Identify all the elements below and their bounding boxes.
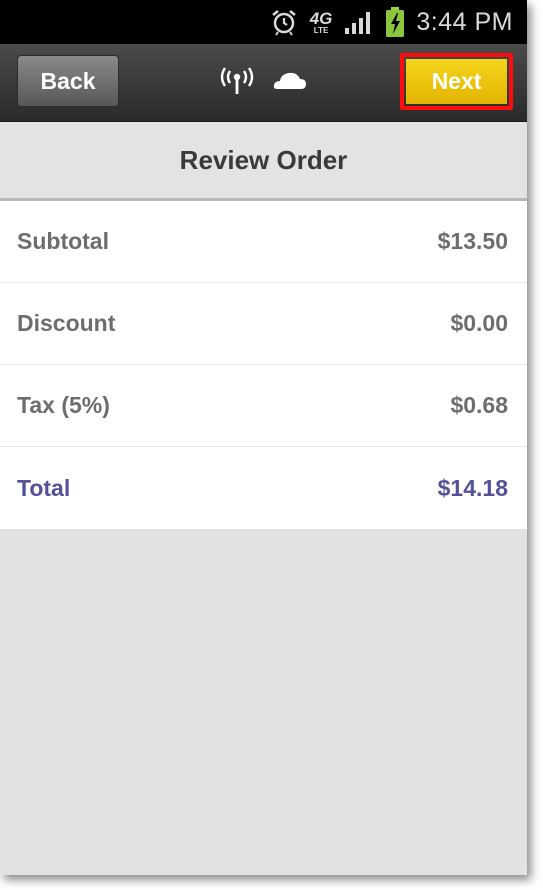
- signal-strength-icon: [344, 10, 374, 34]
- subtotal-amount: $13.50: [437, 228, 508, 254]
- back-button[interactable]: Back: [17, 55, 119, 107]
- total-amount: $14.18: [437, 474, 508, 501]
- next-button[interactable]: Next: [406, 59, 507, 104]
- order-summary-list: Subtotal $13.50 Discount $0.00 Tax (5%) …: [0, 201, 527, 529]
- network-sub-label: LTE: [313, 25, 329, 35]
- summary-row-discount: Discount $0.00: [0, 283, 527, 365]
- total-label: Total: [17, 474, 71, 501]
- status-bar: 4G LTE 3:44 PM: [0, 0, 527, 44]
- summary-row-subtotal: Subtotal $13.50: [0, 201, 527, 283]
- alarm-clock-icon: [270, 8, 298, 36]
- next-button-highlight: Next: [400, 53, 513, 110]
- wireless-broadcast-icon: [219, 66, 255, 101]
- cloud-icon: [273, 69, 307, 98]
- action-bar-icons: [219, 66, 307, 101]
- device-screen: 4G LTE 3:44 PM Back Next Review Order Su…: [0, 0, 527, 875]
- subtotal-label: Subtotal: [17, 228, 109, 254]
- status-time: 3:44 PM: [416, 7, 513, 36]
- action-bar: Back Next: [0, 44, 527, 122]
- summary-row-tax: Tax (5%) $0.68: [0, 365, 527, 447]
- page-title: Review Order: [0, 122, 527, 201]
- 4g-lte-icon: 4G LTE: [310, 10, 333, 35]
- network-type-label: 4G: [309, 8, 333, 28]
- tax-label: Tax (5%): [17, 392, 110, 418]
- discount-amount: $0.00: [450, 310, 508, 336]
- battery-charging-icon: [386, 7, 405, 37]
- tax-amount: $0.68: [450, 392, 508, 418]
- discount-label: Discount: [17, 310, 116, 336]
- summary-row-total: Total $14.18: [0, 447, 527, 529]
